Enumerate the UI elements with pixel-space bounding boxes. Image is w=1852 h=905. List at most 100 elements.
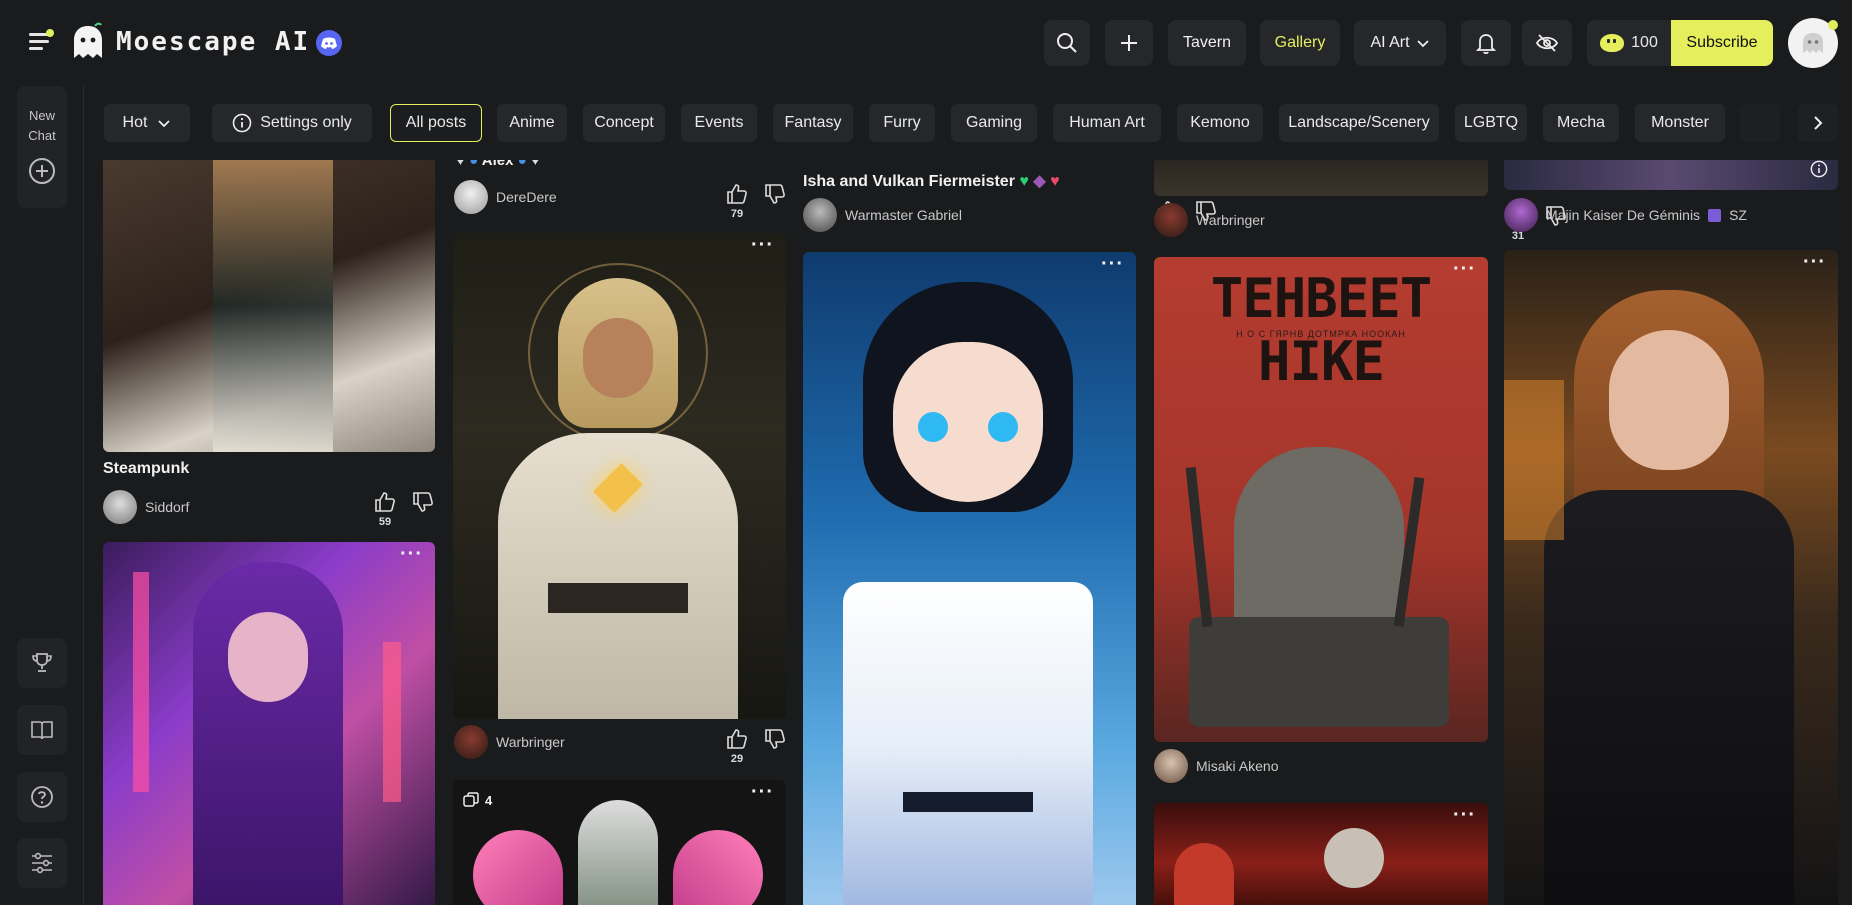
author-name: Warbringer — [496, 734, 565, 750]
tag-kemono[interactable]: Kemono — [1177, 104, 1263, 142]
subscribe-button[interactable]: Subscribe — [1671, 20, 1773, 66]
post-image-cyber-hood[interactable]: ··· — [103, 542, 435, 905]
notifications-button[interactable] — [1461, 20, 1511, 66]
more-options-icon[interactable]: ··· — [1101, 254, 1124, 274]
author-name: Warmaster Gabriel — [845, 207, 962, 223]
settings-only-label: Settings only — [260, 114, 352, 131]
ghost-logo-icon — [74, 22, 102, 58]
post-votes: 59 — [373, 490, 433, 530]
post-image-fairy[interactable]: 4 ··· — [453, 780, 786, 905]
guide-button[interactable] — [17, 705, 67, 755]
top-header: Moescape AI Tavern Gallery AI Art 100 Su… — [0, 0, 1852, 86]
poster-subtext: Н О С ГЯРНВ ДОТМРКА НООКАН — [1236, 329, 1406, 339]
post-author[interactable]: Siddorf — [103, 490, 189, 524]
online-dot — [1828, 20, 1838, 30]
tag-concept[interactable]: Concept — [583, 104, 665, 142]
tag-mecha[interactable]: Mecha — [1543, 104, 1619, 142]
scroll-tags-right-button[interactable] — [1798, 104, 1838, 142]
post-title[interactable]: ♥ ● Alex ● ♥ — [456, 160, 540, 169]
image-count: 4 — [485, 792, 493, 808]
post-author[interactable]: DereDere — [454, 180, 557, 214]
help-icon — [31, 786, 53, 808]
post-author[interactable]: Warbringer — [454, 725, 565, 759]
tag-fantasy[interactable]: Fantasy — [773, 104, 853, 142]
menu-icon[interactable] — [26, 28, 54, 54]
trophy-icon — [32, 653, 52, 672]
more-options-icon[interactable]: ··· — [400, 544, 423, 564]
tag-lgbtq[interactable]: LGBTQ — [1455, 104, 1527, 142]
post-image-golden-priestess[interactable]: ··· — [453, 233, 786, 719]
thumbs-down-icon[interactable] — [411, 490, 435, 514]
post-author[interactable]: Misaki Akeno — [1154, 749, 1278, 783]
post-title[interactable]: Isha and Vulkan Fiermeister ♥ ◆ ♥ — [803, 171, 1060, 191]
discord-icon[interactable] — [316, 30, 342, 56]
sliders-icon — [32, 852, 52, 874]
post-author[interactable]: Majin Kaiser De Géminis SZ — [1504, 198, 1747, 232]
tag-monster[interactable]: Monster — [1635, 104, 1725, 142]
chevron-right-icon — [1814, 116, 1823, 130]
thumbs-up-icon[interactable] — [373, 490, 397, 514]
settings-button[interactable] — [17, 838, 67, 888]
thumbs-up-icon[interactable] — [725, 727, 749, 751]
search-button[interactable] — [1044, 20, 1090, 66]
help-button[interactable] — [17, 772, 67, 822]
user-avatar[interactable] — [1788, 18, 1838, 68]
post-image-steampunk[interactable] — [103, 160, 435, 452]
tag-gaming[interactable]: Gaming — [951, 104, 1037, 142]
hide-nsfw-button[interactable] — [1522, 20, 1572, 66]
plus-circle-icon — [29, 158, 55, 184]
author-avatar — [803, 198, 837, 232]
logo[interactable]: Moescape AI — [68, 22, 310, 62]
more-options-icon[interactable]: ··· — [751, 782, 774, 802]
post-image-anime-girl[interactable]: ··· — [803, 252, 1136, 905]
tag-furry[interactable]: Furry — [869, 104, 935, 142]
post-image-partial[interactable] — [1154, 160, 1488, 196]
tag-anime[interactable]: Anime — [497, 104, 567, 142]
new-chat-button[interactable]: New Chat — [17, 86, 67, 208]
more-options-icon[interactable]: ··· — [1803, 252, 1826, 272]
leaderboard-button[interactable] — [17, 638, 67, 688]
left-sidebar: New Chat — [0, 86, 84, 905]
post-image-poster[interactable]: TEHBEET HIKE Н О С ГЯРНВ ДОТМРКА НООКАН … — [1154, 257, 1488, 742]
ghost-avatar-icon — [1803, 33, 1823, 53]
more-options-icon[interactable]: ··· — [1453, 805, 1476, 825]
post-title-text: Isha and Vulkan Fiermeister — [803, 173, 1015, 190]
post-author[interactable]: Warbringer — [1154, 203, 1265, 237]
more-options-icon[interactable]: ··· — [1453, 259, 1476, 279]
post-image-dark-suit[interactable]: ··· — [1504, 250, 1838, 905]
post-image-demon[interactable]: ··· — [1154, 803, 1488, 905]
post-image-partial[interactable] — [1504, 160, 1838, 190]
chevron-down-icon — [1416, 40, 1429, 48]
author-name: Warbringer — [1196, 212, 1265, 228]
tag-human-art[interactable]: Human Art — [1053, 104, 1161, 142]
coin-balance[interactable]: 100 — [1587, 20, 1671, 66]
like-count: 79 — [730, 208, 744, 220]
author-suffix: SZ — [1729, 207, 1747, 223]
thumbs-down-icon[interactable] — [763, 182, 787, 206]
sort-dropdown[interactable]: Hot — [104, 104, 190, 142]
tag-events[interactable]: Events — [681, 104, 757, 142]
author-name: Siddorf — [145, 499, 190, 515]
settings-only-toggle[interactable]: Settings only — [212, 104, 372, 142]
author-avatar — [454, 725, 488, 759]
more-options-icon[interactable]: ··· — [751, 235, 774, 255]
create-button[interactable] — [1105, 20, 1153, 66]
multi-image-badge: 4 — [463, 792, 492, 808]
copy-icon — [463, 792, 479, 807]
nav-gallery[interactable]: Gallery — [1260, 20, 1340, 66]
tag-all-posts[interactable]: All posts — [390, 104, 482, 142]
post-votes: 79 — [725, 182, 785, 222]
coin-count: 100 — [1631, 34, 1658, 51]
nav-tavern[interactable]: Tavern — [1168, 20, 1246, 66]
thumbs-up-icon[interactable] — [725, 182, 749, 206]
gallery-feed: Steampunk Siddorf 59 ··· ♥ ● Alex ● ♥ De… — [84, 160, 1852, 905]
nav-ai-art[interactable]: AI Art — [1354, 20, 1446, 66]
post-author[interactable]: Warmaster Gabriel — [803, 198, 962, 232]
thumbs-down-icon[interactable] — [763, 727, 787, 751]
author-avatar — [1154, 749, 1188, 783]
info-icon[interactable] — [1810, 160, 1828, 178]
tag-partial[interactable] — [1740, 104, 1780, 142]
post-title[interactable]: Steampunk — [103, 460, 189, 478]
author-avatar — [1504, 198, 1538, 232]
tag-landscape[interactable]: Landscape/Scenery — [1279, 104, 1439, 142]
